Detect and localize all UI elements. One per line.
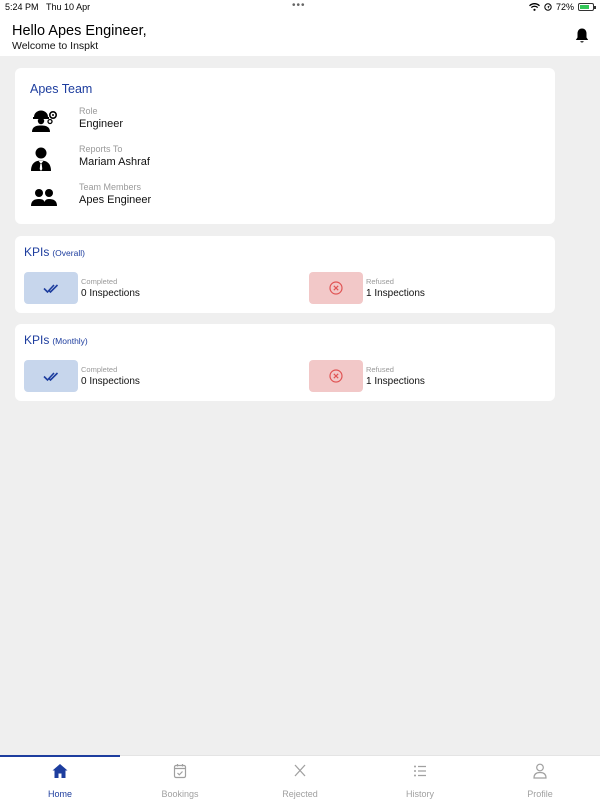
completed-text: Completed 0 Inspections: [81, 277, 140, 299]
x-circle-icon: [329, 369, 343, 383]
list-icon: [414, 765, 426, 777]
status-right: 72%: [529, 2, 596, 12]
status-time: 5:24 PM Thu 10 Apr: [5, 2, 91, 12]
status-bar: 5:24 PM Thu 10 Apr ••• 72%: [0, 0, 600, 14]
tab-profile-label: Profile: [527, 789, 553, 799]
manager-icon: [31, 147, 51, 171]
team-title: Apes Team: [30, 82, 93, 96]
team-members-label: Team Members: [79, 182, 142, 192]
completed-label: Completed: [81, 277, 118, 286]
tab-rejected[interactable]: Rejected: [240, 756, 360, 800]
team-row-role: Role Engineer: [30, 106, 530, 136]
completed-value: 0 Inspections: [81, 288, 140, 299]
app-header: Hello Apes Engineer, Welcome to Inspkt: [0, 14, 600, 56]
team-row-reports-to: Reports To Mariam Ashraf: [30, 144, 530, 174]
home-icon: [52, 764, 68, 778]
kpi-monthly-card: KPIs (Monthly) Completed 0 Inspections Re…: [15, 324, 555, 401]
x-circle-icon: [329, 281, 343, 295]
team-members-value: Apes Engineer: [79, 194, 152, 206]
refused-label: Refused: [366, 365, 394, 374]
battery-icon: [578, 3, 596, 11]
bell-icon[interactable]: [574, 27, 590, 45]
kpi-monthly-title: KPIs (Monthly): [24, 333, 88, 347]
completed-badge: [24, 360, 78, 392]
kpi-overall-card: KPIs (Overall) Completed 0 Inspections Re…: [15, 236, 555, 313]
refused-text: Refused 1 Inspections: [366, 365, 425, 387]
refused-value: 1 Inspections: [366, 376, 425, 387]
role-label: Role: [79, 106, 98, 116]
tab-history[interactable]: History: [360, 756, 480, 800]
tab-profile[interactable]: Profile: [480, 756, 600, 800]
group-icon: [31, 189, 57, 206]
battery-percent: 72%: [555, 2, 574, 12]
reports-to-value: Mariam Ashraf: [79, 156, 150, 168]
team-card: Apes Team Role Engineer Reports To Maria…: [15, 68, 555, 224]
tab-home-label: Home: [47, 789, 72, 799]
wifi-icon: [529, 3, 540, 11]
role-value: Engineer: [79, 118, 124, 130]
tab-bookings[interactable]: Bookings: [120, 756, 240, 800]
location-icon: [544, 3, 552, 11]
refused-value: 1 Inspections: [366, 288, 425, 299]
welcome-subtitle: Welcome to Inspkt: [12, 40, 99, 52]
completed-badge: [24, 272, 78, 304]
completed-text: Completed 0 Inspections: [81, 365, 140, 387]
engineer-icon: [32, 110, 57, 132]
greeting-title: Hello Apes Engineer,: [12, 23, 147, 39]
x-icon: [294, 764, 306, 777]
kpi-overall-title: KPIs (Overall): [24, 245, 85, 259]
refused-badge: [309, 360, 363, 392]
user-icon: [533, 763, 547, 779]
refused-text: Refused 1 Inspections: [366, 277, 425, 299]
calendar-check-icon: [173, 764, 187, 779]
completed-label: Completed: [81, 365, 118, 374]
double-check-icon: [43, 372, 59, 382]
kpi-overall-period: (Overall): [52, 248, 85, 258]
tab-rejected-label: Rejected: [282, 789, 318, 799]
refused-badge: [309, 272, 363, 304]
double-check-icon: [43, 284, 59, 294]
tab-bookings-label: Bookings: [161, 789, 199, 799]
tab-home[interactable]: Home: [0, 756, 120, 800]
team-row-members: Team Members Apes Engineer: [30, 182, 530, 212]
multitask-dots-icon[interactable]: •••: [292, 0, 306, 11]
tab-history-label: History: [405, 789, 434, 799]
completed-value: 0 Inspections: [81, 376, 140, 387]
bottom-tab-bar: Home Bookings Rejected History Profile: [0, 755, 600, 800]
reports-to-label: Reports To: [79, 144, 123, 154]
refused-label: Refused: [366, 277, 394, 286]
kpi-monthly-period: (Monthly): [52, 336, 88, 346]
